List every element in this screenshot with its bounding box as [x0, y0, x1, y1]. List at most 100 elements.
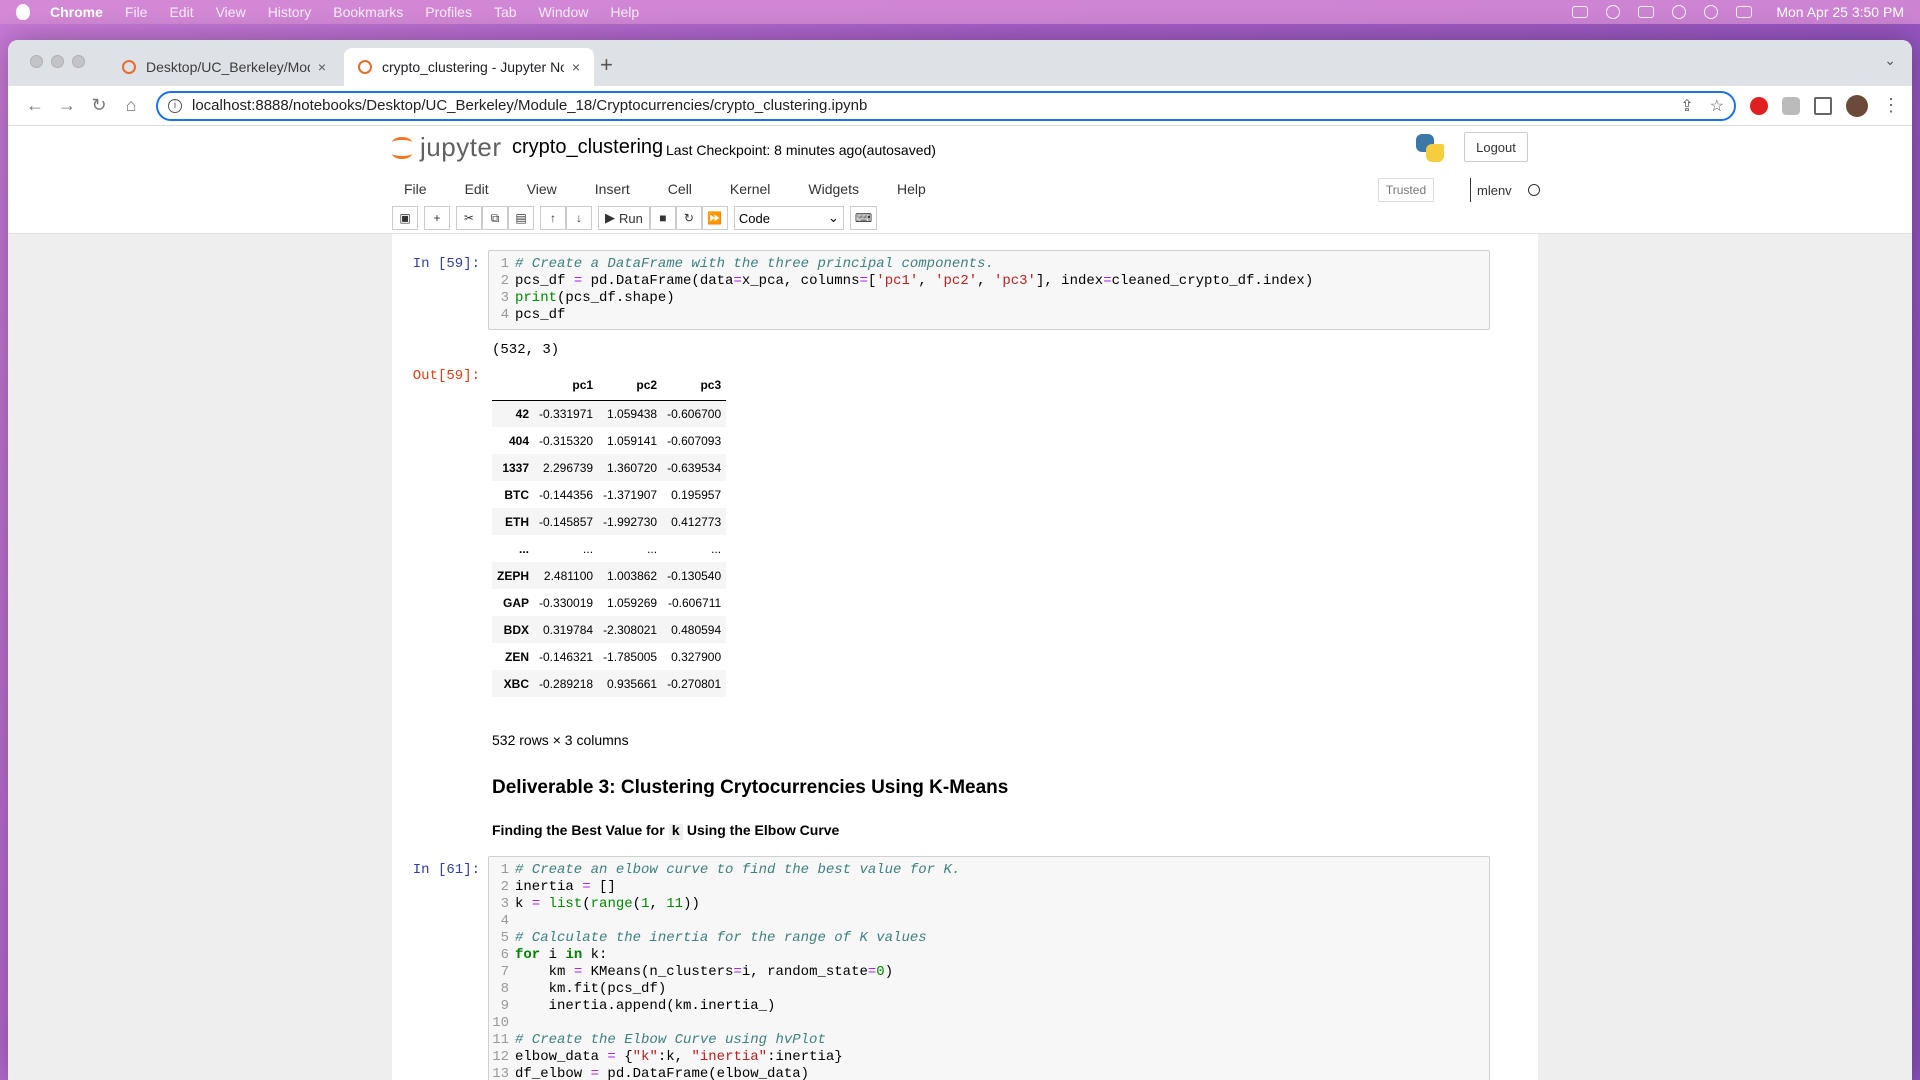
- tab-crypto-clustering[interactable]: crypto_clustering - Jupyter No ×: [344, 48, 594, 86]
- chrome-menu-icon[interactable]: ⋮: [1882, 95, 1900, 116]
- keyboard-icon[interactable]: ⌨: [849, 206, 878, 230]
- menu-edit[interactable]: Edit: [169, 4, 193, 20]
- menu-bookmarks[interactable]: Bookmarks: [333, 4, 403, 20]
- table-cell: 1.059269: [607, 595, 658, 610]
- run-button[interactable]: ▶ Run: [598, 206, 650, 230]
- menu-tab[interactable]: Tab: [494, 4, 517, 20]
- cell-type-select[interactable]: Code ⌄: [733, 206, 844, 230]
- home-icon[interactable]: ⌂: [116, 95, 146, 116]
- nb-menu-widgets[interactable]: Widgets: [796, 181, 859, 197]
- spotlight-search-icon[interactable]: [1704, 5, 1719, 19]
- tab-label: Desktop/UC_Berkeley/Module_: [146, 59, 310, 75]
- menu-clock[interactable]: Mon Apr 25 3:50 PM: [1776, 4, 1904, 20]
- macos-menu-bar: Chrome File Edit View History Bookmarks …: [0, 0, 1920, 24]
- trusted-badge[interactable]: Trusted: [1378, 178, 1434, 202]
- site-info-icon[interactable]: i: [168, 98, 182, 113]
- code-line: 3k = list(range(1, 11)): [500, 896, 700, 912]
- paste-icon[interactable]: ▤: [508, 206, 534, 230]
- table-cell: 0.412773: [671, 514, 722, 529]
- menu-chrome[interactable]: Chrome: [50, 4, 103, 20]
- move-down-arrow-icon[interactable]: ↓: [566, 206, 592, 230]
- table-row: BDX 0.319784 -2.308021 0.480594: [492, 616, 727, 643]
- tab-strip: Desktop/UC_Berkeley/Module_ × crypto_clu…: [8, 40, 1912, 86]
- cloud-icon[interactable]: [1572, 6, 1589, 18]
- back-arrow-icon[interactable]: ←: [20, 95, 50, 116]
- apple-icon[interactable]: [16, 4, 30, 20]
- code-cell-61[interactable]: 1 # Create an elbow curve to find the bes…: [488, 856, 1490, 1080]
- nb-menu-file[interactable]: File: [392, 181, 427, 197]
- code-line: 9 inertia.append(km.inertia_): [500, 998, 776, 1014]
- zoom-window-button[interactable]: [72, 55, 85, 68]
- table-row: 404 -0.315320 1.059141 -0.607093: [492, 427, 726, 454]
- copy-icon[interactable]: ⧉: [482, 206, 508, 230]
- table-cell: 1.059438: [607, 406, 658, 421]
- row-index: ...: [519, 541, 530, 556]
- restart-icon[interactable]: ↻: [675, 206, 702, 230]
- table-row: ZEPH 2.481100 1.003862 -0.130540: [492, 562, 727, 589]
- adblock-extension-icon[interactable]: [1750, 96, 1768, 115]
- menu-view[interactable]: View: [216, 4, 246, 20]
- nb-menu-cell[interactable]: Cell: [656, 181, 692, 197]
- notebook-name[interactable]: crypto_clustering: [512, 136, 663, 159]
- insert-cell-plus-icon[interactable]: +: [424, 206, 450, 230]
- row-index: BDX: [503, 622, 530, 637]
- wifi-icon[interactable]: [1672, 5, 1687, 19]
- close-tab-icon[interactable]: ×: [572, 59, 580, 75]
- jupyter-logo[interactable]: jupyter: [392, 132, 502, 163]
- table-cell: -0.130540: [667, 568, 722, 583]
- menu-file[interactable]: File: [125, 4, 148, 20]
- markdown-subheading: Finding the Best Value for k Using the E…: [492, 822, 840, 840]
- code-line: 8 km.fit(pcs_df): [500, 981, 667, 997]
- notebook-container[interactable]: In [59]: 1 # Create a DataFrame with the …: [392, 234, 1538, 1080]
- nb-menu-help[interactable]: Help: [885, 181, 926, 197]
- code-line: 2 pcs_df = pd.DataFrame(data=x_pca, colum…: [500, 273, 1314, 289]
- table-cell: -0.145857: [539, 514, 594, 529]
- table-cell: -0.331971: [539, 406, 594, 421]
- code-line: 5 # Calculate the inertia for the range o…: [500, 930, 927, 946]
- share-icon[interactable]: ⇪: [1680, 96, 1693, 116]
- left-gutter: [8, 234, 392, 1080]
- extensions-puzzle-icon[interactable]: [1782, 96, 1800, 115]
- table-cell: 0.935661: [607, 676, 658, 691]
- table-cell: ...: [647, 541, 658, 556]
- side-panel-icon[interactable]: [1814, 96, 1832, 115]
- cut-icon[interactable]: ✂: [456, 206, 482, 230]
- tab-search-chevron-icon[interactable]: ⌄: [1884, 52, 1896, 69]
- menu-help[interactable]: Help: [610, 4, 639, 20]
- stop-square-icon[interactable]: ■: [649, 206, 676, 230]
- notebook-menubar: File Edit View Insert Cell Kernel Widget…: [392, 176, 1528, 202]
- table-cell: -2.308021: [603, 622, 658, 637]
- nb-menu-edit[interactable]: Edit: [453, 181, 489, 197]
- nb-menu-view[interactable]: View: [515, 181, 557, 197]
- table-cell: ...: [583, 541, 594, 556]
- table-cell: -1.785005: [603, 649, 658, 664]
- url-text[interactable]: localhost:8888/notebooks/Desktop/UC_Berk…: [192, 97, 1664, 114]
- bluetooth-icon[interactable]: [1606, 5, 1621, 19]
- fast-forward-icon[interactable]: ⏩: [701, 206, 728, 230]
- close-tab-icon[interactable]: ×: [318, 59, 326, 75]
- menu-profiles[interactable]: Profiles: [425, 4, 472, 20]
- forward-arrow-icon[interactable]: →: [52, 95, 82, 116]
- nb-menu-kernel[interactable]: Kernel: [718, 181, 770, 197]
- save-icon[interactable]: ▣: [392, 206, 418, 230]
- notebook-toolbar: ▣ + ✂ ⧉ ▤ ↑ ↓ ▶ Run ■ ↻ ⏩ Code ⌄ ⌨: [392, 204, 878, 232]
- code-cell-59[interactable]: 1 # Create a DataFrame with the three pri…: [488, 250, 1490, 330]
- battery-icon[interactable]: [1638, 6, 1655, 18]
- row-index: BTC: [504, 487, 530, 502]
- logout-button[interactable]: Logout: [1464, 132, 1528, 162]
- nb-menu-insert[interactable]: Insert: [583, 181, 630, 197]
- tab-desktop-module[interactable]: Desktop/UC_Berkeley/Module_ ×: [108, 48, 340, 86]
- new-tab-button[interactable]: +: [600, 52, 613, 78]
- code-line: 13 df_elbow = pd.DataFrame(elbow_data): [492, 1066, 810, 1080]
- address-bar[interactable]: i localhost:8888/notebooks/Desktop/UC_Be…: [156, 90, 1736, 121]
- minimize-window-button[interactable]: [51, 55, 64, 68]
- control-center-icon[interactable]: [1736, 6, 1753, 18]
- move-up-arrow-icon[interactable]: ↑: [540, 206, 566, 230]
- reload-icon[interactable]: ↻: [84, 95, 114, 116]
- menu-history[interactable]: History: [268, 4, 312, 20]
- code-line: 3 print(pcs_df.shape): [500, 290, 675, 306]
- menu-window[interactable]: Window: [539, 4, 589, 20]
- profile-avatar[interactable]: [1846, 94, 1868, 117]
- bookmark-star-icon[interactable]: ☆: [1710, 96, 1724, 116]
- close-window-button[interactable]: [30, 55, 43, 68]
